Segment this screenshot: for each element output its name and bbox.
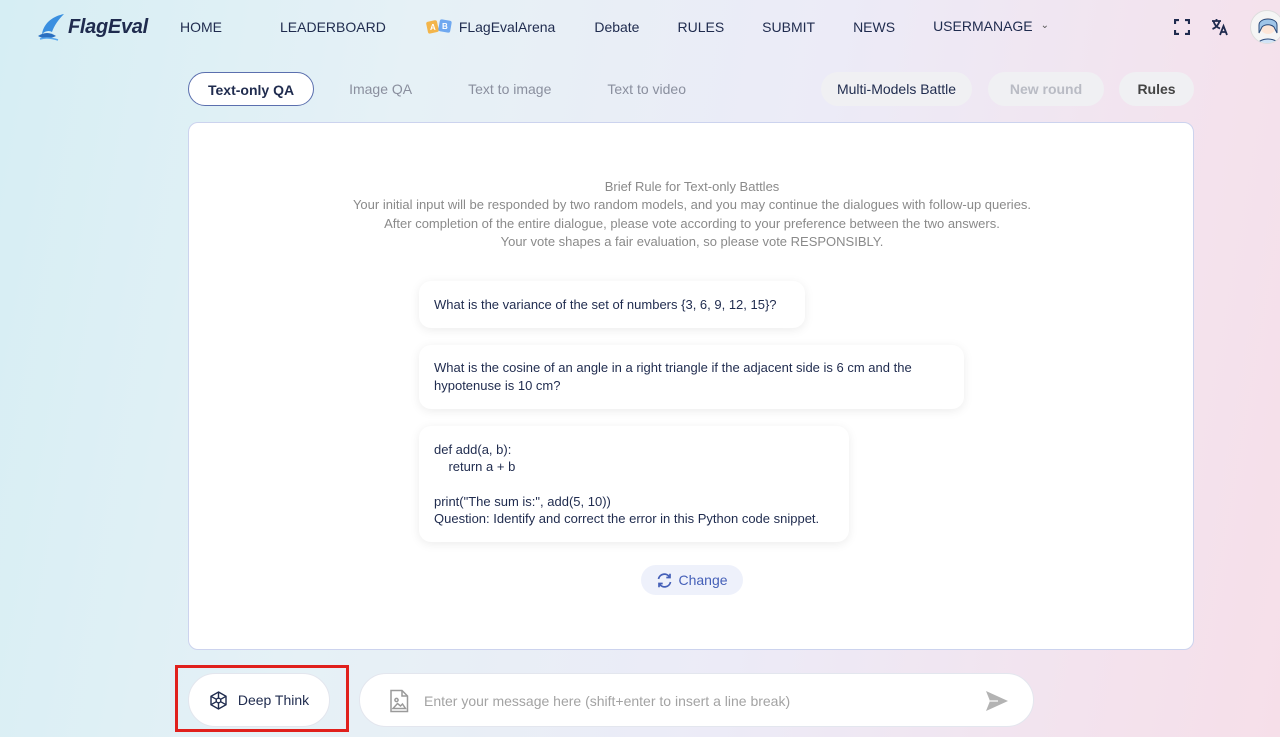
sample-question-cosine[interactable]: What is the cosine of an angle in a righ…	[419, 345, 964, 409]
rules-line-2: After completion of the entire dialogue,…	[384, 215, 1000, 231]
deep-think-button[interactable]: Deep Think	[188, 673, 330, 727]
message-input[interactable]	[424, 688, 964, 714]
brand-name: FlagEval	[68, 15, 148, 38]
rules-line-1: Your initial input will be responded by …	[352, 197, 1032, 213]
translate-icon[interactable]	[1209, 16, 1231, 38]
change-label: Change	[678, 572, 728, 588]
chevron-down-icon: ⌄	[1040, 20, 1050, 31]
deep-think-label: Deep Think	[237, 692, 310, 708]
nav-arena-label: FLagEvalArena	[458, 19, 556, 35]
message-composer	[359, 673, 1034, 727]
rules-title: Brief Rule for Text-only Battles	[604, 179, 780, 194]
refresh-icon	[658, 572, 672, 588]
multi-models-battle-button[interactable]: Multi-Models Battle	[821, 72, 972, 106]
change-samples-button[interactable]: Change	[641, 565, 743, 595]
top-header: FlagEval HOME LEADERBOARD A B FLagEvalAr…	[0, 0, 1280, 54]
sample-question-variance[interactable]: What is the variance of the set of numbe…	[419, 281, 805, 328]
flageval-logo[interactable]: FlagEval	[36, 12, 148, 42]
chat-panel: Brief Rule for Text-only Battles Your in…	[188, 122, 1194, 650]
avatar[interactable]	[1250, 10, 1280, 44]
tab-text-to-image[interactable]: Text to image	[468, 72, 551, 106]
sample-question-text: What is the cosine of an angle in a righ…	[434, 360, 912, 375]
ab-badge-icon: A B	[426, 19, 452, 34]
rules-button[interactable]: Rules	[1119, 72, 1194, 106]
nav-leaderboard[interactable]: LEADERBOARD	[280, 19, 386, 35]
rules-line-3: Your vote shapes a fair evaluation, so p…	[500, 234, 884, 250]
tab-image-qa[interactable]: Image QA	[349, 72, 412, 106]
nav-usermanage-label: USERMANAGE	[933, 17, 1033, 34]
sample-question-text: Question: Identify and correct the error…	[434, 510, 820, 526]
nav-news[interactable]: NEWS	[853, 19, 895, 35]
deep-think-icon	[210, 690, 227, 710]
nav-rules[interactable]: RULES	[677, 19, 724, 35]
battle-rules: Brief Rule for Text-only Battles Your in…	[189, 178, 1195, 252]
sample-question-text: What is the variance of the set of numbe…	[434, 297, 777, 312]
svg-text:B: B	[442, 22, 448, 31]
send-icon[interactable]	[984, 688, 1010, 714]
fullscreen-icon[interactable]	[1171, 16, 1193, 38]
tab-text-to-video[interactable]: Text to video	[607, 72, 686, 106]
main-nav: HOME LEADERBOARD A B FLagEvalArena Debat…	[180, 18, 1049, 36]
svg-text:A: A	[430, 23, 436, 32]
flageval-logo-icon	[38, 14, 64, 41]
nav-arena[interactable]: A B FLagEvalArena	[426, 18, 556, 36]
mode-tabs: Text-only QA Image QA Text to image Text…	[188, 72, 686, 106]
image-upload-icon[interactable]	[388, 689, 410, 713]
nav-debate[interactable]: Debate	[594, 19, 639, 35]
sample-code: def add(a, b): return a + b print("The s…	[434, 442, 611, 509]
nav-home[interactable]: HOME	[180, 19, 222, 35]
sample-question-text: hypotenuse is 10 cm?	[434, 377, 561, 393]
new-round-button[interactable]: New round	[988, 72, 1104, 106]
tab-text-only-qa[interactable]: Text-only QA	[188, 72, 315, 106]
nav-usermanage[interactable]: USERMANAGE ⌄	[933, 18, 1049, 34]
sample-question-python[interactable]: def add(a, b): return a + b print("The s…	[419, 426, 849, 542]
nav-submit[interactable]: SUBMIT	[762, 19, 815, 35]
